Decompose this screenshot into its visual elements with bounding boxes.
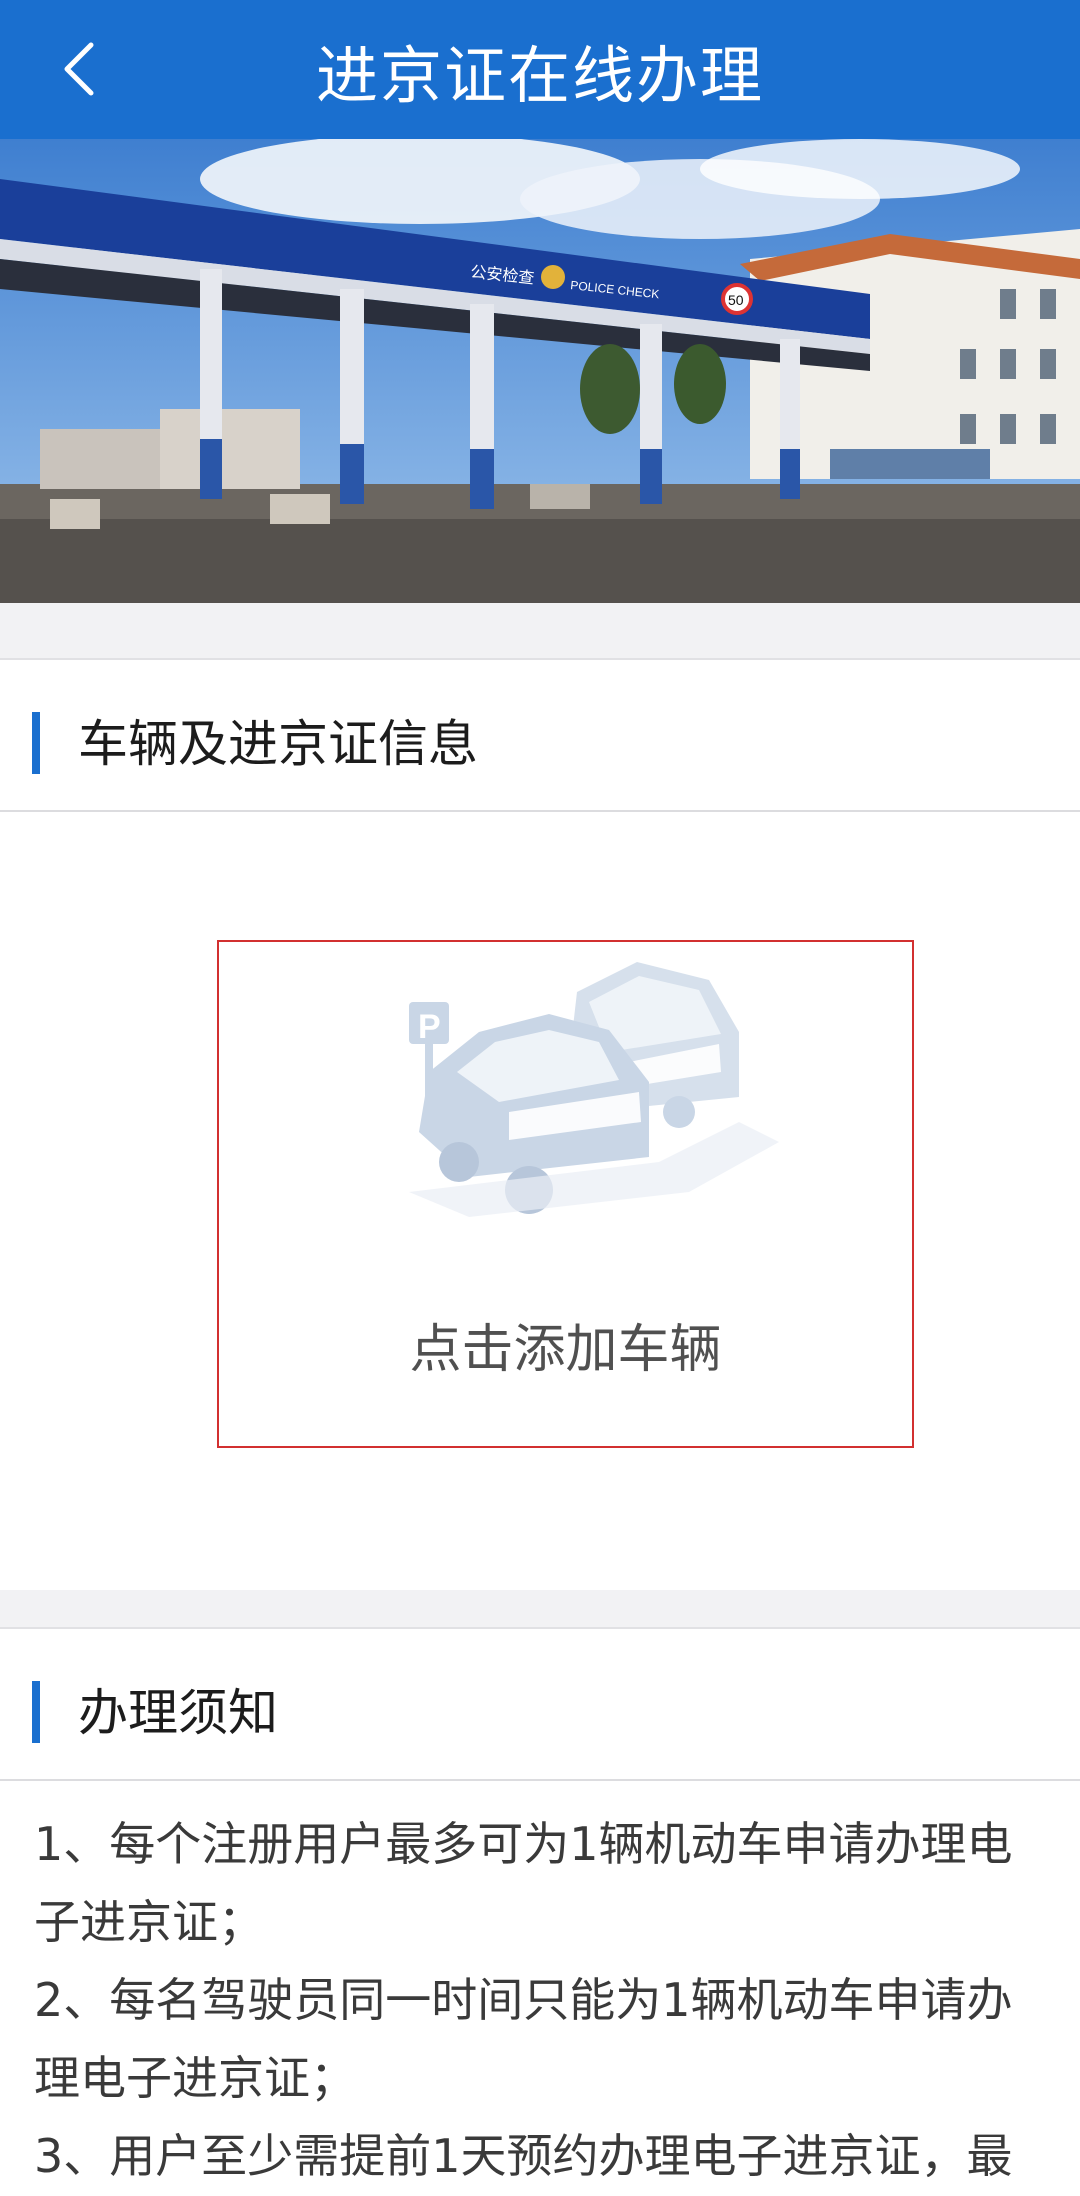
notice-item: 3、用户至少需提前1天预约办理电子进京证，最	[34, 2129, 1013, 2183]
page-title: 进京证在线办理	[315, 38, 764, 112]
back-button[interactable]	[44, 34, 114, 104]
add-vehicle-label: 点击添加车辆	[409, 1320, 722, 1380]
banner-image: 公安检查 POLICE CHECK 50	[0, 139, 1080, 603]
notice-section: 办理须知 1、每个注册用户最多可为1辆机动车申请办理电子进京证； 2、每名驾驶员…	[0, 1627, 1080, 2196]
notice-list: 1、每个注册用户最多可为1辆机动车申请办理电子进京证； 2、每名驾驶员同一时间只…	[34, 1805, 1044, 2195]
parking-cars-icon: P	[409, 962, 779, 1217]
chevron-left-icon	[64, 42, 94, 96]
section-title: 办理须知	[78, 1684, 278, 1742]
section-accent-bar	[32, 712, 40, 774]
add-vehicle-button[interactable]: P 点击添加车辆	[217, 940, 914, 1448]
section-header: 办理须知	[0, 1629, 1080, 1781]
section-title: 车辆及进京证信息	[78, 715, 478, 773]
svg-text:P: P	[418, 1008, 441, 1046]
top-navigation-bar: 进京证在线办理	[0, 0, 1080, 139]
notice-item: 1、每个注册用户最多可为1辆机动车申请办理电子进京证；	[34, 1817, 1013, 1949]
notice-item: 2、每名驾驶员同一时间只能为1辆机动车申请办理电子进京证；	[34, 1973, 1013, 2105]
section-header: 车辆及进京证信息	[0, 660, 1080, 812]
svg-text:50: 50	[728, 292, 744, 308]
section-accent-bar	[32, 1681, 40, 1743]
